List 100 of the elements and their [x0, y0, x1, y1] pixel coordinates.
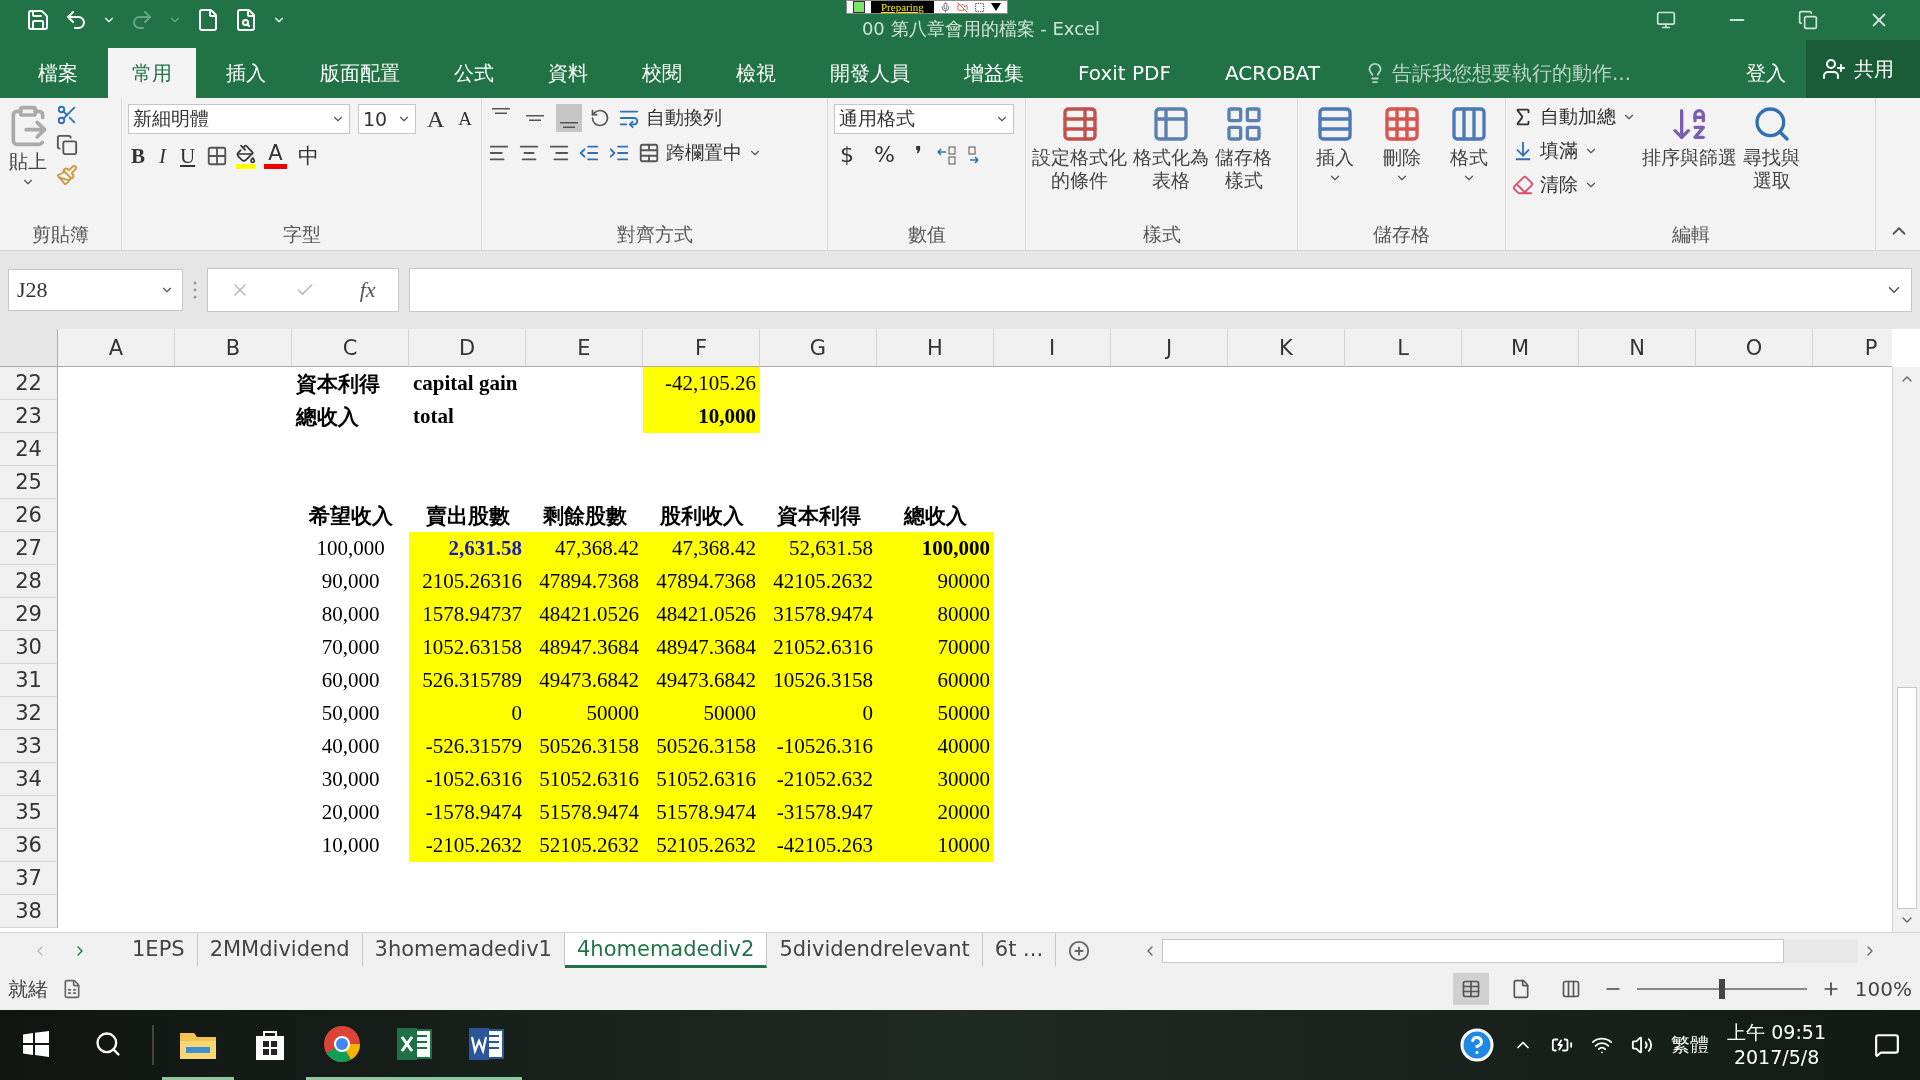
notifications-icon[interactable] — [1874, 1032, 1900, 1058]
row-header[interactable]: 36 — [0, 829, 58, 862]
style-button[interactable]: 設定格式化的條件 — [1032, 104, 1127, 220]
zoom-thumb[interactable] — [1718, 979, 1725, 999]
row-header[interactable]: 30 — [0, 631, 58, 664]
column-header[interactable]: J — [1111, 329, 1228, 367]
column-header[interactable]: A — [58, 329, 175, 367]
clock[interactable]: 上午 09:51 2017/5/8 — [1727, 1020, 1826, 1070]
restore-icon[interactable] — [1798, 10, 1818, 30]
ribbon-tab[interactable]: 常用 — [108, 48, 196, 98]
column-header[interactable]: P — [1813, 329, 1892, 367]
document-app-icon[interactable] — [467, 1025, 505, 1062]
italic-button[interactable]: I — [156, 143, 169, 169]
vertical-scrollbar[interactable] — [1892, 367, 1920, 932]
row-header[interactable]: 24 — [0, 433, 58, 466]
cells-button[interactable]: 插入 — [1314, 104, 1355, 220]
row-header[interactable]: 33 — [0, 730, 58, 763]
merge-center-button[interactable]: 跨欄置中 — [638, 140, 762, 166]
windows-logo-icon[interactable] — [23, 1030, 49, 1057]
editing-button[interactable]: 填滿 — [1512, 138, 1636, 164]
ribbon-tab[interactable]: 資料 — [524, 48, 612, 98]
row-header[interactable]: 29 — [0, 598, 58, 631]
print-preview-icon[interactable] — [234, 8, 258, 32]
column-header[interactable]: N — [1579, 329, 1696, 367]
bold-button[interactable]: B — [128, 143, 148, 169]
underline-button[interactable]: U — [177, 143, 199, 169]
increase-decimal-icon[interactable] — [936, 143, 958, 166]
row-header[interactable]: 35 — [0, 796, 58, 829]
input-method-label[interactable]: 繁體 — [1671, 1032, 1710, 1058]
row-header[interactable]: 31 — [0, 664, 58, 697]
share-button[interactable]: 共用 — [1806, 40, 1920, 98]
vertical-align-button[interactable] — [556, 104, 582, 132]
column-header[interactable]: D — [409, 329, 526, 367]
column-header[interactable]: O — [1696, 329, 1813, 367]
borders-icon[interactable] — [206, 145, 229, 167]
currency-button[interactable]: $ — [834, 142, 860, 167]
column-header[interactable]: I — [994, 329, 1111, 367]
new-document-icon[interactable] — [196, 8, 220, 32]
microphone-icon[interactable] — [939, 1, 951, 13]
row-header[interactable]: 27 — [0, 532, 58, 565]
wrap-text-button[interactable]: 自動換列 — [618, 105, 722, 131]
shrink-font-button[interactable]: A — [455, 108, 476, 130]
help-icon[interactable] — [1459, 1027, 1496, 1063]
column-header[interactable]: C — [292, 329, 409, 367]
sheet-tab[interactable]: 4homemadediv2 — [565, 933, 768, 968]
ribbon-tab[interactable]: 插入 — [202, 48, 290, 98]
column-header[interactable]: H — [877, 329, 994, 367]
style-button[interactable]: 格式化為表格 — [1133, 104, 1209, 220]
sign-in-link[interactable]: 登入 — [1726, 48, 1806, 98]
editing-button[interactable]: 清除 — [1512, 172, 1636, 198]
spreadsheet-app-icon[interactable] — [395, 1025, 433, 1062]
row-header[interactable]: 28 — [0, 565, 58, 598]
style-button[interactable]: 儲存格樣式 — [1215, 104, 1272, 220]
number-format-field[interactable]: 通用格式 — [834, 104, 1014, 134]
font-size-field[interactable]: 10 — [358, 104, 416, 134]
tell-me-field[interactable]: 告訴我您想要執行的動作... — [1363, 48, 1632, 98]
volume-icon[interactable] — [1631, 1034, 1654, 1056]
row-header[interactable]: 37 — [0, 862, 58, 895]
undo-icon[interactable] — [64, 8, 88, 32]
ribbon-display-icon[interactable] — [1656, 10, 1676, 30]
ribbon-tab[interactable]: 檔案 — [14, 48, 102, 98]
paste-button[interactable]: 貼上 — [6, 104, 50, 220]
normal-view-button[interactable] — [1452, 973, 1489, 1005]
font-name-field[interactable]: 新細明體 — [128, 104, 350, 134]
column-header[interactable]: B — [175, 329, 292, 367]
search-icon[interactable] — [94, 1029, 122, 1058]
column-header[interactable]: E — [526, 329, 643, 367]
camera-off-icon[interactable] — [956, 1, 968, 13]
ribbon-tab[interactable]: 版面配置 — [296, 48, 424, 98]
percent-button[interactable]: % — [868, 142, 901, 167]
ribbon-tab[interactable]: Foxit PDF — [1054, 48, 1195, 98]
cells-button[interactable]: 刪除 — [1381, 104, 1422, 220]
ribbon-tab[interactable]: 公式 — [430, 48, 518, 98]
editing-button[interactable]: 自動加總 — [1512, 104, 1636, 130]
ribbon-tab[interactable]: 增益集 — [940, 48, 1048, 98]
formula-field[interactable] — [409, 268, 1912, 312]
grow-font-button[interactable]: A — [424, 105, 448, 133]
browser-icon[interactable] — [323, 1024, 361, 1063]
ribbon-tab[interactable]: 校閱 — [618, 48, 706, 98]
ribbon-tab[interactable]: ACROBAT — [1200, 48, 1344, 98]
editing-button[interactable]: 排序與篩選 — [1642, 104, 1737, 220]
add-sheet-icon[interactable] — [1068, 939, 1091, 962]
row-header[interactable]: 32 — [0, 697, 58, 730]
orientation-icon[interactable] — [590, 108, 610, 128]
cut-icon[interactable] — [56, 104, 78, 126]
ribbon-tab[interactable]: 檢視 — [712, 48, 800, 98]
copy-icon[interactable] — [56, 134, 78, 156]
column-header[interactable]: L — [1345, 329, 1462, 367]
row-header[interactable]: 22 — [0, 367, 58, 400]
comma-button[interactable]: ❜ — [908, 142, 928, 167]
row-header[interactable]: 23 — [0, 400, 58, 433]
row-header[interactable]: 34 — [0, 763, 58, 796]
save-icon[interactable] — [26, 8, 50, 32]
ribbon-tab[interactable]: 開發人員 — [806, 48, 934, 98]
phonetic-button[interactable]: 中 — [294, 142, 322, 170]
column-header[interactable]: K — [1228, 329, 1345, 367]
fill-color-button[interactable] — [236, 143, 257, 169]
insert-function-button[interactable]: fx — [359, 277, 376, 303]
row-header[interactable]: 26 — [0, 499, 58, 532]
name-box[interactable]: J28 — [8, 269, 183, 311]
